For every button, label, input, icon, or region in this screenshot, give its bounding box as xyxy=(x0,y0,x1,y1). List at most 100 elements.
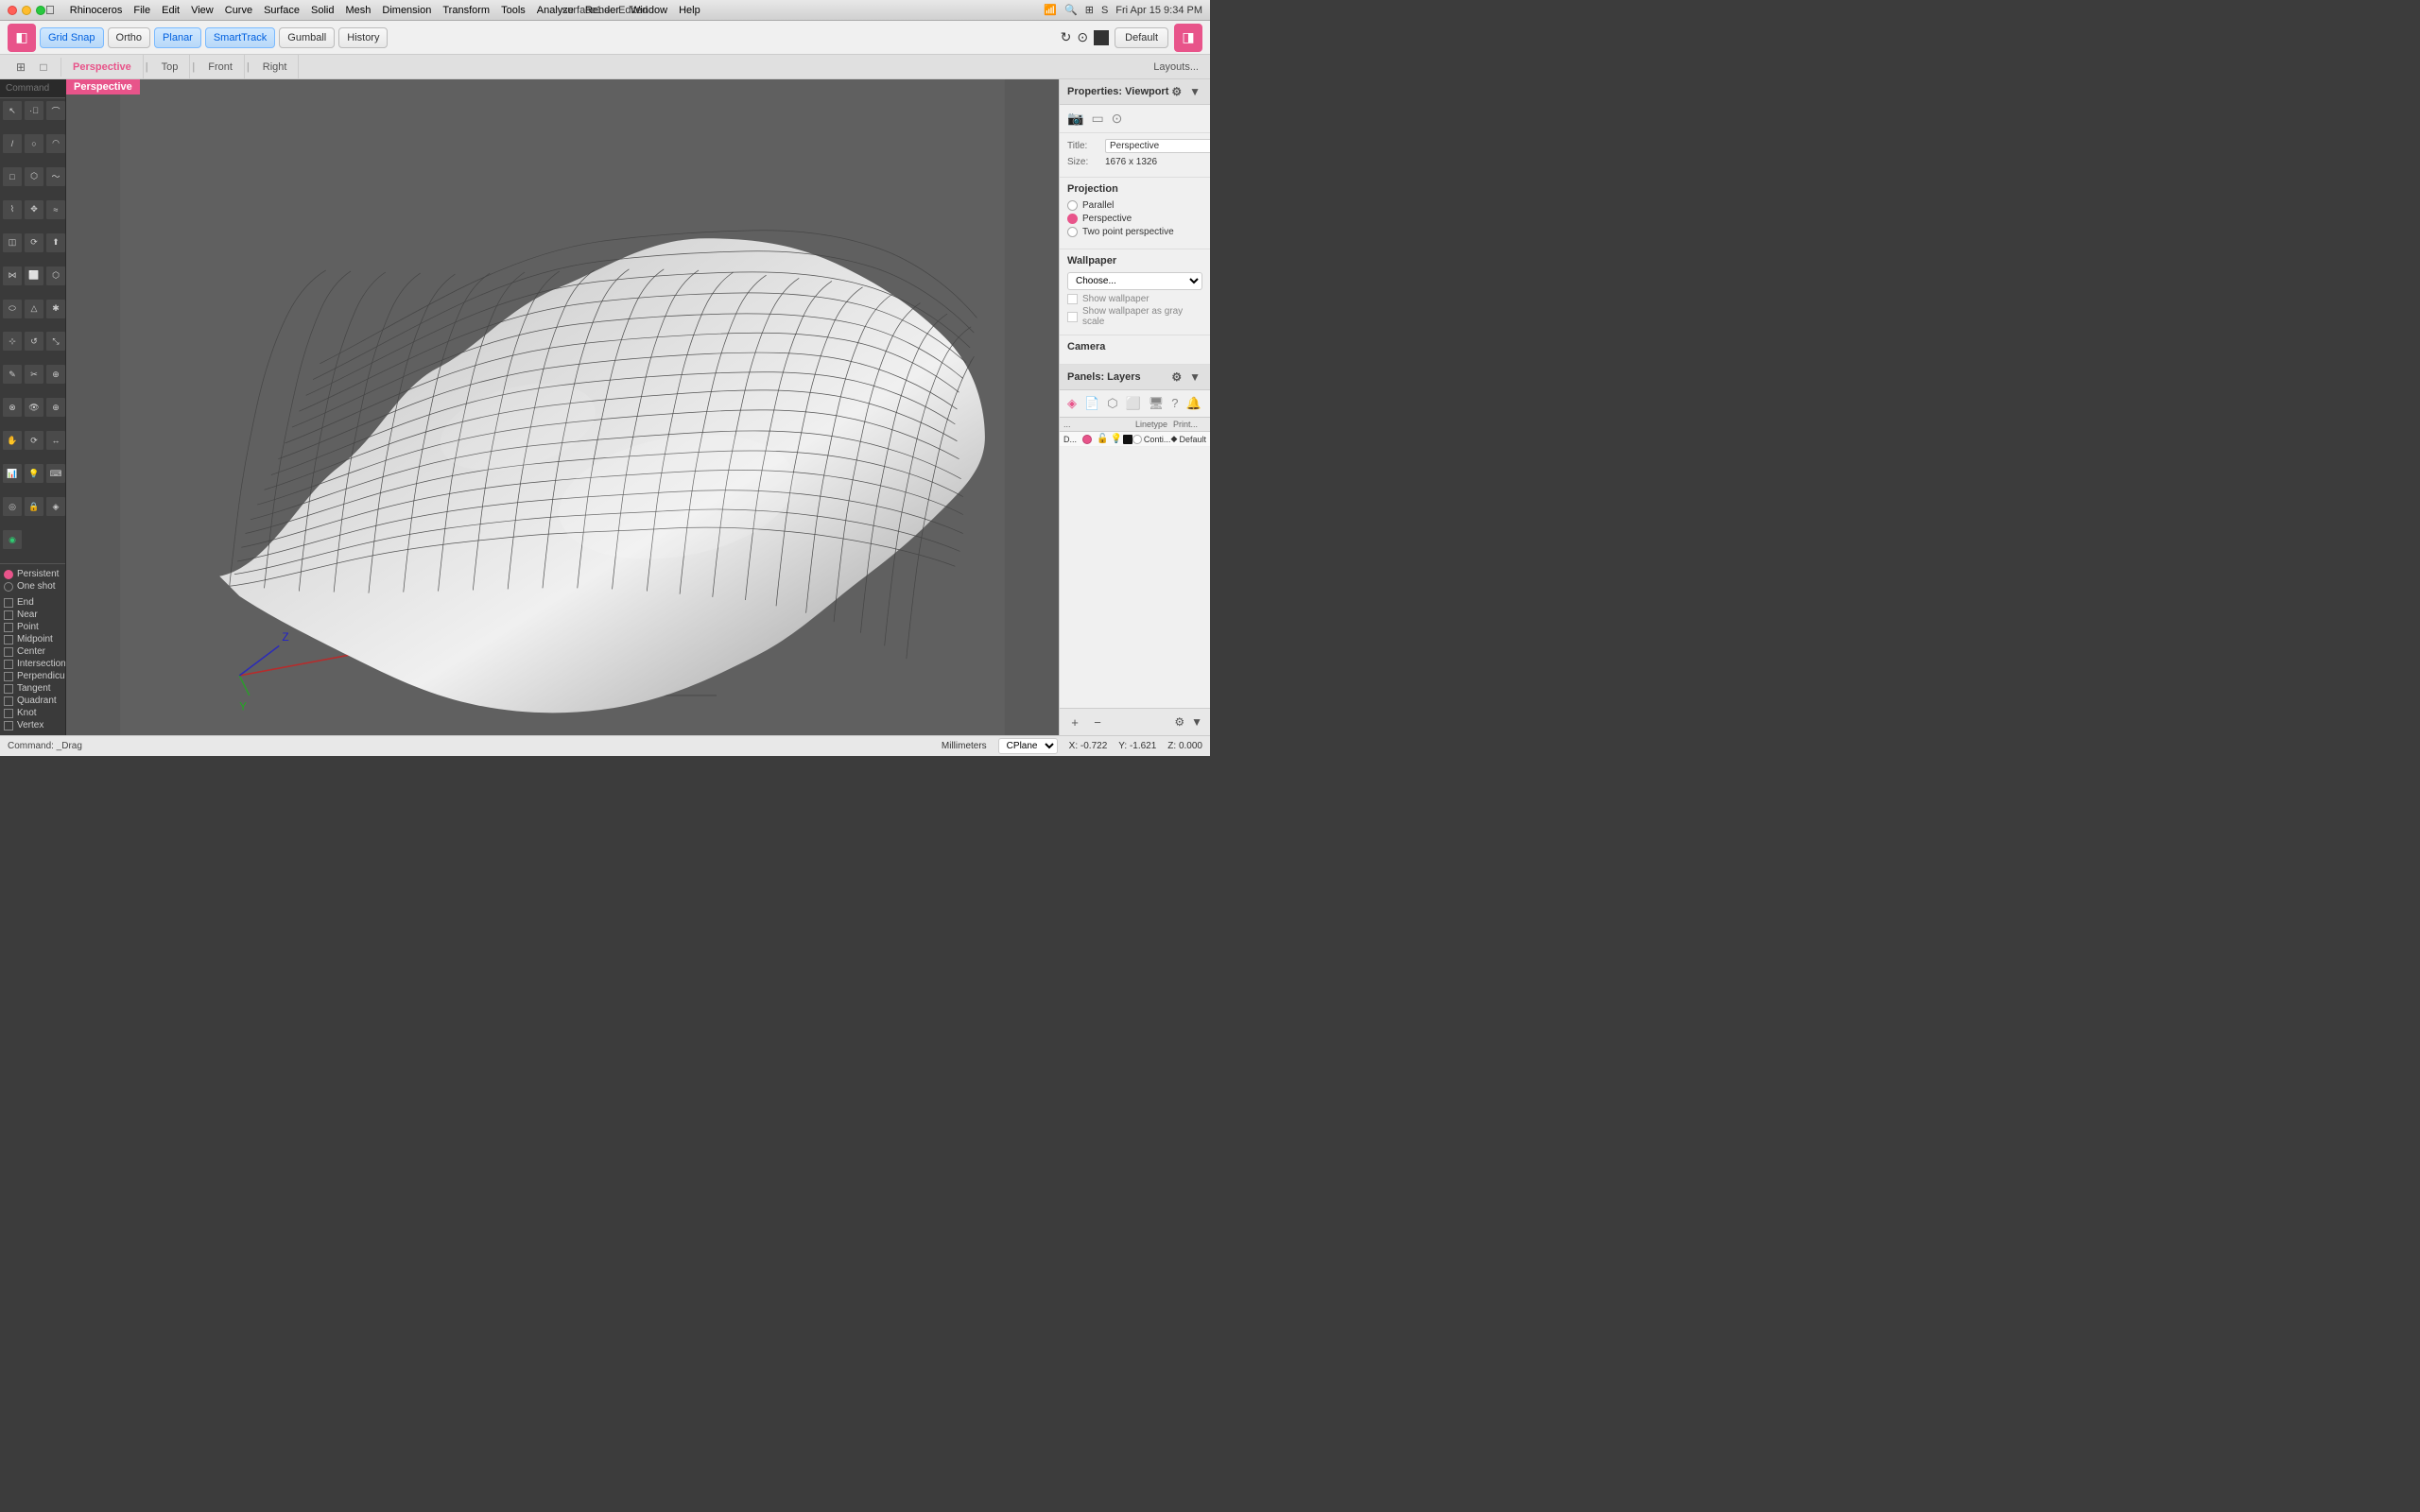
transform-tool[interactable]: ✱ xyxy=(45,299,65,319)
monitor-icon[interactable]: 🖥 xyxy=(1147,394,1167,413)
show-wallpaper-gray-item[interactable]: Show wallpaper as gray scale xyxy=(1067,306,1202,327)
tab-perspective[interactable]: Perspective xyxy=(61,55,144,79)
one-shot-snap[interactable]: One shot xyxy=(4,580,61,593)
right-panel-toggle[interactable]: ◨ xyxy=(1174,24,1202,52)
join-tool[interactable]: ⊕ xyxy=(45,364,65,385)
snap-end[interactable]: End xyxy=(4,596,61,609)
blend-tool[interactable]: ≈ xyxy=(45,199,65,220)
pan-tool[interactable]: ✋ xyxy=(2,430,23,451)
menu-surface[interactable]: Surface xyxy=(264,5,300,16)
tab-right[interactable]: Right xyxy=(251,55,300,79)
grid-snap-button[interactable]: Grid Snap xyxy=(40,27,104,48)
layer-lock-icon[interactable]: 🔓 xyxy=(1097,434,1108,444)
layer-row[interactable]: D... 🔓 💡 Conti... ◆ Default xyxy=(1060,432,1210,447)
handle-tool[interactable]: ✥ xyxy=(24,199,44,220)
edit-tool[interactable]: ✎ xyxy=(2,364,23,385)
layers-icon[interactable]: ◈ xyxy=(1065,394,1079,413)
snap-midpoint[interactable]: Midpoint xyxy=(4,633,61,645)
color-tool[interactable]: ◉ xyxy=(2,529,23,550)
menu-curve[interactable]: Curve xyxy=(225,5,252,16)
script-tool[interactable]: ⌨ xyxy=(45,463,65,484)
scale-tool[interactable]: ⤡ xyxy=(45,331,65,352)
layers-settings-icon[interactable]: ⚙ xyxy=(1169,369,1184,386)
menu-view[interactable]: View xyxy=(191,5,214,16)
snap-tangent[interactable]: Tangent xyxy=(4,682,61,695)
layers-options-chevron[interactable]: ▼ xyxy=(1189,713,1204,730)
menu-rhinoceros[interactable]: Rhinoceros xyxy=(70,5,123,16)
bell-icon[interactable]: 🔔 xyxy=(1184,394,1202,413)
layer-material-circle[interactable] xyxy=(1132,435,1142,444)
record-icon[interactable]: ⊙ xyxy=(1077,29,1088,45)
snap-knot[interactable]: Knot xyxy=(4,707,61,719)
close-button[interactable] xyxy=(8,6,17,15)
curve-tool[interactable]: ⌒ xyxy=(45,100,65,121)
trim-tool[interactable]: ✂ xyxy=(24,364,44,385)
show-wallpaper-item[interactable]: Show wallpaper xyxy=(1067,294,1202,304)
layer-light-icon[interactable]: 💡 xyxy=(1110,434,1121,444)
analysis-tool[interactable]: 📊 xyxy=(2,463,23,484)
siri-icon[interactable]: S xyxy=(1101,5,1108,16)
loft-tool[interactable]: ⋈ xyxy=(2,266,23,286)
object-icon[interactable]: ⬡ xyxy=(1105,394,1119,413)
viewport-grid-icon[interactable]: ⊞ xyxy=(11,58,30,77)
freeform-tool[interactable]: 〜 xyxy=(45,166,65,187)
lock-tool[interactable]: 🔒 xyxy=(24,496,44,517)
layer-expand-icon[interactable]: D... xyxy=(1063,435,1082,444)
remove-layer-button[interactable]: − xyxy=(1088,713,1107,731)
persistent-snap[interactable]: Persistent xyxy=(4,568,61,580)
snap-perpendicular[interactable]: Perpendicular xyxy=(4,670,61,682)
line-tool[interactable]: / xyxy=(2,133,23,154)
wallpaper-select[interactable]: Choose... xyxy=(1067,272,1202,290)
menu-tools[interactable]: Tools xyxy=(501,5,526,16)
show-wallpaper-checkbox[interactable] xyxy=(1067,294,1078,304)
layer-color-dot[interactable] xyxy=(1082,435,1092,444)
cplane-select[interactable]: CPlane xyxy=(998,738,1058,754)
interpolate-tool[interactable]: ⌇ xyxy=(2,199,23,220)
help-icon[interactable]: ? xyxy=(1169,394,1180,413)
render-tool[interactable]: 💡 xyxy=(24,463,44,484)
revolve-tool[interactable]: ⟳ xyxy=(24,232,44,253)
select-tool[interactable]: ↖ xyxy=(2,100,23,121)
controlcenter-icon[interactable]: ⊞ xyxy=(1085,4,1094,16)
menu-help[interactable]: Help xyxy=(679,5,700,16)
solid-cone-tool[interactable]: △ xyxy=(24,299,44,319)
solid-cyl-tool[interactable]: ⬭ xyxy=(2,299,23,319)
extrude-tool[interactable]: ⬆ xyxy=(45,232,65,253)
solid-box-tool[interactable]: ⬜ xyxy=(24,266,44,286)
snap-vertex[interactable]: Vertex xyxy=(4,719,61,731)
layer-tool[interactable]: ◈ xyxy=(45,496,65,517)
chevron-icon[interactable]: ▼ xyxy=(1187,83,1202,100)
layers-options-icon[interactable]: ⚙ xyxy=(1172,713,1186,730)
search-icon[interactable]: 🔍 xyxy=(1064,4,1078,16)
file-icon[interactable]: 📄 xyxy=(1082,394,1101,413)
layer-color-square[interactable] xyxy=(1123,435,1132,444)
snap-quadrant[interactable]: Quadrant xyxy=(4,695,61,707)
tab-front[interactable]: Front xyxy=(197,55,245,79)
orbit-tool[interactable]: ⟳ xyxy=(24,430,44,451)
viewport-area[interactable]: Perspective X Y Z xyxy=(66,79,1059,735)
sidebar-toggle-button[interactable]: ◧ xyxy=(8,24,36,52)
surface-tool[interactable]: ◫ xyxy=(2,232,23,253)
history-button[interactable]: History xyxy=(338,27,388,48)
tab-top[interactable]: Top xyxy=(150,55,191,79)
arc-tool[interactable]: ◠ xyxy=(45,133,65,154)
rect-tool[interactable]: □ xyxy=(2,166,23,187)
osnap-tool[interactable]: ◎ xyxy=(2,496,23,517)
3d-surface-viewport[interactable]: X Y Z xyxy=(66,79,1059,735)
menu-solid[interactable]: Solid xyxy=(311,5,334,16)
planar-button[interactable]: Planar xyxy=(154,27,201,48)
menu-file[interactable]: File xyxy=(133,5,150,16)
persistent-radio[interactable] xyxy=(4,570,13,579)
dimension-tool[interactable]: ↔ xyxy=(45,430,65,451)
layers-chevron-icon[interactable]: ▼ xyxy=(1187,369,1202,386)
zoom-tool[interactable]: ⊕ xyxy=(45,397,65,418)
split-tool[interactable]: ⊗ xyxy=(2,397,23,418)
snap-intersection[interactable]: Intersection xyxy=(4,658,61,670)
menu-transform[interactable]: Transform xyxy=(442,5,490,16)
two-point-radio-item[interactable]: Two point perspective xyxy=(1067,227,1202,237)
snap-point[interactable]: Point xyxy=(4,621,61,633)
fullscreen-button[interactable] xyxy=(36,6,45,15)
parallel-radio-item[interactable]: Parallel xyxy=(1067,200,1202,211)
gumball-button[interactable]: Gumball xyxy=(279,27,335,48)
title-input[interactable] xyxy=(1105,139,1210,153)
